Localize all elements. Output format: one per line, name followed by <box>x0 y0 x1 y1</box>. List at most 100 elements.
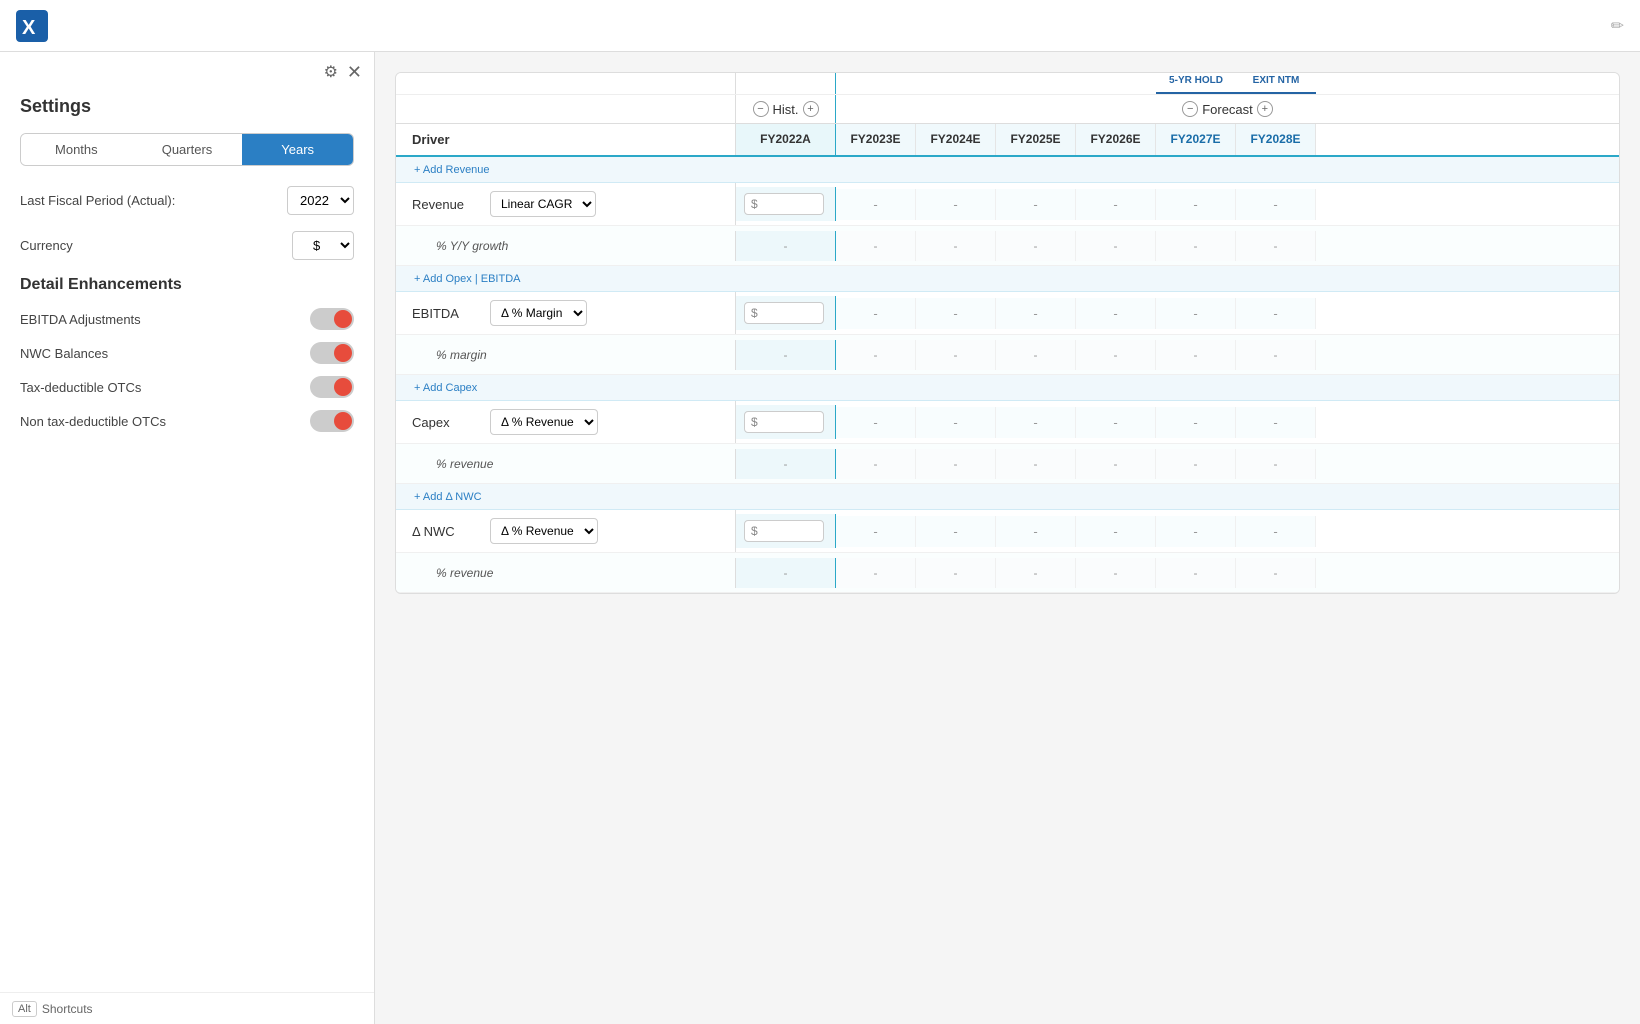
ebitda-hist-input[interactable] <box>760 306 810 320</box>
capex-revenue-fy2024e: - <box>916 449 996 479</box>
nwc-hist-cell: $ <box>736 514 836 548</box>
add-ebitda-btn[interactable]: + Add Opex | EBITDA <box>408 271 527 287</box>
fy2027e-header: FY2027E <box>1156 124 1236 155</box>
fy2024e-header: FY2024E <box>916 124 996 155</box>
ebitda-fy2025e: - <box>996 298 1076 329</box>
nwc-balances-row: NWC Balances <box>20 342 354 364</box>
revenue-hist-input-wrap: $ <box>744 193 824 215</box>
add-revenue-btn[interactable]: + Add Revenue <box>408 162 496 178</box>
capex-label: Capex <box>412 415 482 430</box>
add-capex-btn[interactable]: + Add Capex <box>408 380 483 396</box>
currency-row: Currency $ € £ ¥ <box>20 231 354 260</box>
topbar: X Untitled Model ✏ <box>0 0 1640 52</box>
revenue-hist-input[interactable] <box>760 197 810 211</box>
revenue-dollar-sign: $ <box>751 197 758 211</box>
gear-icon[interactable]: ⚙ <box>324 62 338 82</box>
svg-text:X: X <box>22 17 36 39</box>
capex-row: Capex Δ % Revenue % Revenue Manual $ <box>396 401 1619 444</box>
nwc-fy2026e: - <box>1076 516 1156 547</box>
currency-label: Currency <box>20 238 292 253</box>
capex-driver-select[interactable]: Δ % Revenue % Revenue Manual <box>490 409 598 435</box>
revenue-fy2028e: - <box>1236 189 1316 220</box>
add-revenue-section: + Add Revenue <box>396 157 1619 183</box>
capex-fy2025e: - <box>996 407 1076 438</box>
hist-group: − Hist. + <box>736 95 836 123</box>
capex-fy2026e: - <box>1076 407 1156 438</box>
fy2026e-header: FY2026E <box>1076 124 1156 155</box>
revenue-fy2024e: - <box>916 189 996 220</box>
capex-fy2027e: - <box>1156 407 1236 438</box>
nwc-fy2027e: - <box>1156 516 1236 547</box>
currency-select[interactable]: $ € £ ¥ <box>292 231 354 260</box>
ebitda-margin-label: % margin <box>412 348 487 362</box>
capex-revenue-fy2023e: - <box>836 449 916 479</box>
nwc-revenue-driver-cell: % revenue <box>396 558 736 588</box>
ebitda-fy2028e: - <box>1236 298 1316 329</box>
close-icon[interactable]: ✕ <box>347 62 362 83</box>
tab-years[interactable]: Years <box>242 134 353 165</box>
nwc-revenue-fy2027e: - <box>1156 558 1236 588</box>
main-layout: ⚙ ✕ Settings Months Quarters Years Last … <box>0 52 1640 1024</box>
revenue-hist-cell: $ <box>736 187 836 221</box>
non-tax-deductible-otcs-toggle[interactable] <box>310 410 354 432</box>
capex-fy2024e: - <box>916 407 996 438</box>
ebitda-adjustments-toggle[interactable] <box>310 308 354 330</box>
app-logo: X <box>16 10 48 42</box>
ebitda-margin-fy2028e: - <box>1236 340 1316 370</box>
non-tax-deductible-otcs-row: Non tax-deductible OTCs <box>20 410 354 432</box>
revenue-growth-fy2023e: - <box>836 231 916 261</box>
revenue-growth-fy2025e: - <box>996 231 1076 261</box>
forecast-plus-btn[interactable]: + <box>1257 101 1273 117</box>
tax-deductible-otcs-row: Tax-deductible OTCs <box>20 376 354 398</box>
nwc-driver-select[interactable]: Δ % Revenue % Revenue Manual <box>490 518 598 544</box>
tax-deductible-otcs-toggle[interactable] <box>310 376 354 398</box>
fy2022a-header: FY2022A <box>736 124 836 155</box>
nwc-revenue-hist: - <box>736 558 836 588</box>
nwc-fy2028e: - <box>1236 516 1316 547</box>
non-tax-deductible-otcs-label: Non tax-deductible OTCs <box>20 414 310 429</box>
nwc-hist-input[interactable] <box>760 524 810 538</box>
tab-months[interactable]: Months <box>21 134 132 165</box>
model-title-input[interactable]: Untitled Model <box>60 15 1599 36</box>
fy2023e-header: FY2023E <box>836 124 916 155</box>
add-nwc-btn[interactable]: + Add Δ NWC <box>408 489 488 505</box>
revenue-driver-select[interactable]: Linear CAGR % Growth Manual <box>490 191 596 217</box>
revenue-growth-label: % Y/Y growth <box>412 239 508 253</box>
revenue-growth-row: % Y/Y growth - - - - - - - <box>396 226 1619 266</box>
settings-title: Settings <box>20 96 354 117</box>
capex-driver-cell: Capex Δ % Revenue % Revenue Manual <box>396 401 736 443</box>
hist-minus-btn[interactable]: − <box>753 101 769 117</box>
ebitda-fy2026e: - <box>1076 298 1156 329</box>
revenue-fy2023e: - <box>836 189 916 220</box>
capex-revenue-fy2028e: - <box>1236 449 1316 479</box>
ebitda-driver-cell: EBITDA Δ % Margin % Revenue Manual <box>396 292 736 334</box>
forecast-minus-btn[interactable]: − <box>1182 101 1198 117</box>
hist-plus-btn[interactable]: + <box>803 101 819 117</box>
ebitda-margin-driver-cell: % margin <box>396 340 736 370</box>
alt-label: Alt <box>12 1001 37 1017</box>
capex-revenue-row: % revenue - - - - - - - <box>396 444 1619 484</box>
period-tabs: Months Quarters Years <box>20 133 354 166</box>
nwc-dollar-sign: $ <box>751 524 758 538</box>
nwc-balances-toggle[interactable] <box>310 342 354 364</box>
ebitda-fy2023e: - <box>836 298 916 329</box>
capex-hist-input[interactable] <box>760 415 810 429</box>
capex-revenue-fy2027e: - <box>1156 449 1236 479</box>
nwc-revenue-fy2026e: - <box>1076 558 1156 588</box>
fiscal-period-label: Last Fiscal Period (Actual): <box>20 193 287 208</box>
add-ebitda-section: + Add Opex | EBITDA <box>396 266 1619 292</box>
edit-icon[interactable]: ✏ <box>1611 16 1624 36</box>
ebitda-fy2024e: - <box>916 298 996 329</box>
fiscal-period-select[interactable]: 2022 2021 2020 2023 <box>287 186 354 215</box>
tab-quarters[interactable]: Quarters <box>132 134 243 165</box>
nwc-revenue-fy2028e: - <box>1236 558 1316 588</box>
nwc-revenue-label: % revenue <box>412 566 493 580</box>
5yr-hold-label: 5-YR HOLD <box>1156 73 1236 94</box>
ebitda-driver-select[interactable]: Δ % Margin % Revenue Manual <box>490 300 587 326</box>
column-headers-row: Driver FY2022A FY2023E FY2024E FY2025E F… <box>396 124 1619 157</box>
nwc-fy2023e: - <box>836 516 916 547</box>
model-table-wrapper: 5-YR HOLD EXIT NTM − Hist. + − Forecast … <box>395 72 1620 594</box>
group-header-row: − Hist. + − Forecast + <box>396 95 1619 124</box>
capex-revenue-label: % revenue <box>412 457 493 471</box>
ebitda-margin-fy2026e: - <box>1076 340 1156 370</box>
